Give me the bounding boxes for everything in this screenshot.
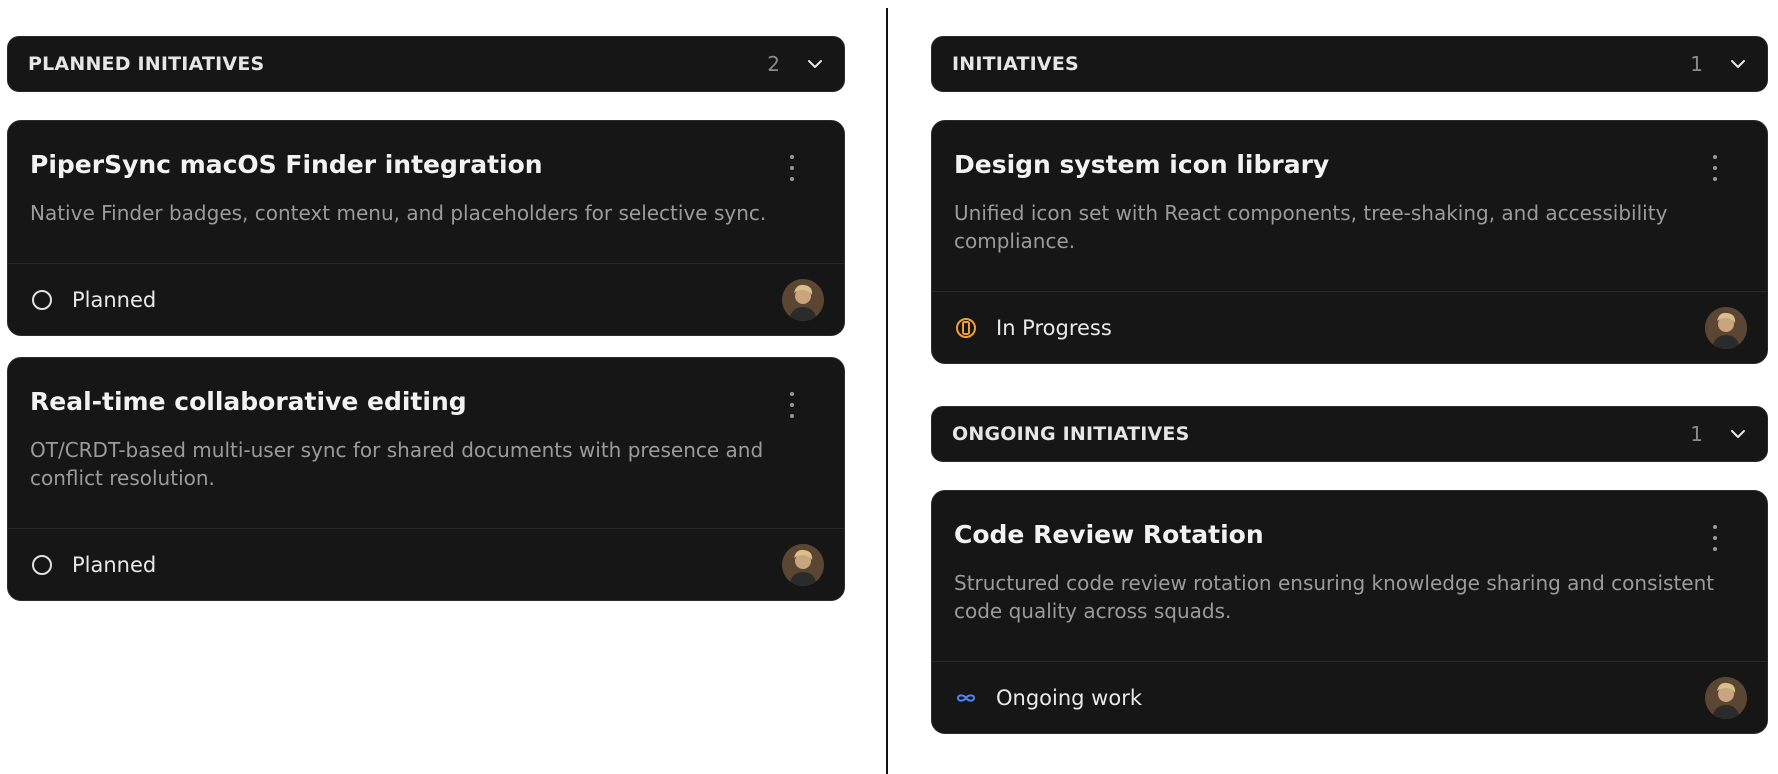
- section-count: 1: [1690, 422, 1703, 446]
- card-footer: Planned: [8, 263, 844, 335]
- card-footer: Planned: [8, 528, 844, 600]
- card-description: Native Finder badges, context menu, and …: [30, 201, 767, 225]
- status-label[interactable]: Planned: [72, 553, 782, 577]
- section-count: 2: [767, 52, 780, 76]
- initiative-card[interactable]: PiperSync macOS Finder integration Nativ…: [7, 120, 845, 336]
- section-header-initiatives[interactable]: INITIATIVES 1: [931, 36, 1768, 92]
- card-footer: In Progress: [932, 291, 1767, 363]
- chevron-down-icon[interactable]: [1729, 425, 1747, 443]
- more-options-icon[interactable]: [782, 155, 802, 181]
- initiative-card[interactable]: Design system icon library Unified icon …: [931, 120, 1768, 364]
- initiative-card[interactable]: Code Review Rotation Structured code rev…: [931, 490, 1768, 734]
- more-options-icon[interactable]: [782, 392, 802, 418]
- chevron-down-icon[interactable]: [806, 55, 824, 73]
- card-description: Structured code review rotation ensuring…: [954, 571, 1715, 623]
- status-label[interactable]: Ongoing work: [996, 686, 1705, 710]
- card-title[interactable]: Design system icon library: [954, 149, 1745, 181]
- section-header-ongoing-initiatives[interactable]: ONGOING INITIATIVES 1: [931, 406, 1768, 462]
- card-footer: Ongoing work: [932, 661, 1767, 733]
- more-options-icon[interactable]: [1705, 525, 1725, 551]
- more-options-icon[interactable]: [1705, 155, 1725, 181]
- column-divider: [886, 8, 888, 774]
- avatar[interactable]: [782, 278, 824, 321]
- card-title[interactable]: PiperSync macOS Finder integration: [30, 149, 822, 181]
- infinity-icon: [954, 686, 978, 710]
- card-title[interactable]: Real-time collaborative editing: [30, 386, 822, 418]
- initiative-card[interactable]: Real-time collaborative editing OT/CRDT-…: [7, 357, 845, 601]
- status-label[interactable]: In Progress: [996, 316, 1705, 340]
- section-header-planned-initiatives[interactable]: PLANNED INITIATIVES 2: [7, 36, 845, 92]
- half-circle-progress-icon: [954, 316, 978, 340]
- section-title: INITIATIVES: [952, 53, 1079, 75]
- circle-outline-icon: [30, 288, 54, 312]
- section-count: 1: [1690, 52, 1703, 76]
- section-title: ONGOING INITIATIVES: [952, 423, 1190, 445]
- avatar[interactable]: [1705, 306, 1747, 349]
- chevron-down-icon[interactable]: [1729, 55, 1747, 73]
- avatar[interactable]: [1705, 676, 1747, 719]
- section-title: PLANNED INITIATIVES: [28, 53, 265, 75]
- card-description: OT/CRDT-based multi-user sync for shared…: [30, 438, 764, 490]
- card-title[interactable]: Code Review Rotation: [954, 519, 1745, 551]
- avatar[interactable]: [782, 543, 824, 586]
- status-label[interactable]: Planned: [72, 288, 782, 312]
- circle-outline-icon: [30, 553, 54, 577]
- card-description: Unified icon set with React components, …: [954, 201, 1668, 253]
